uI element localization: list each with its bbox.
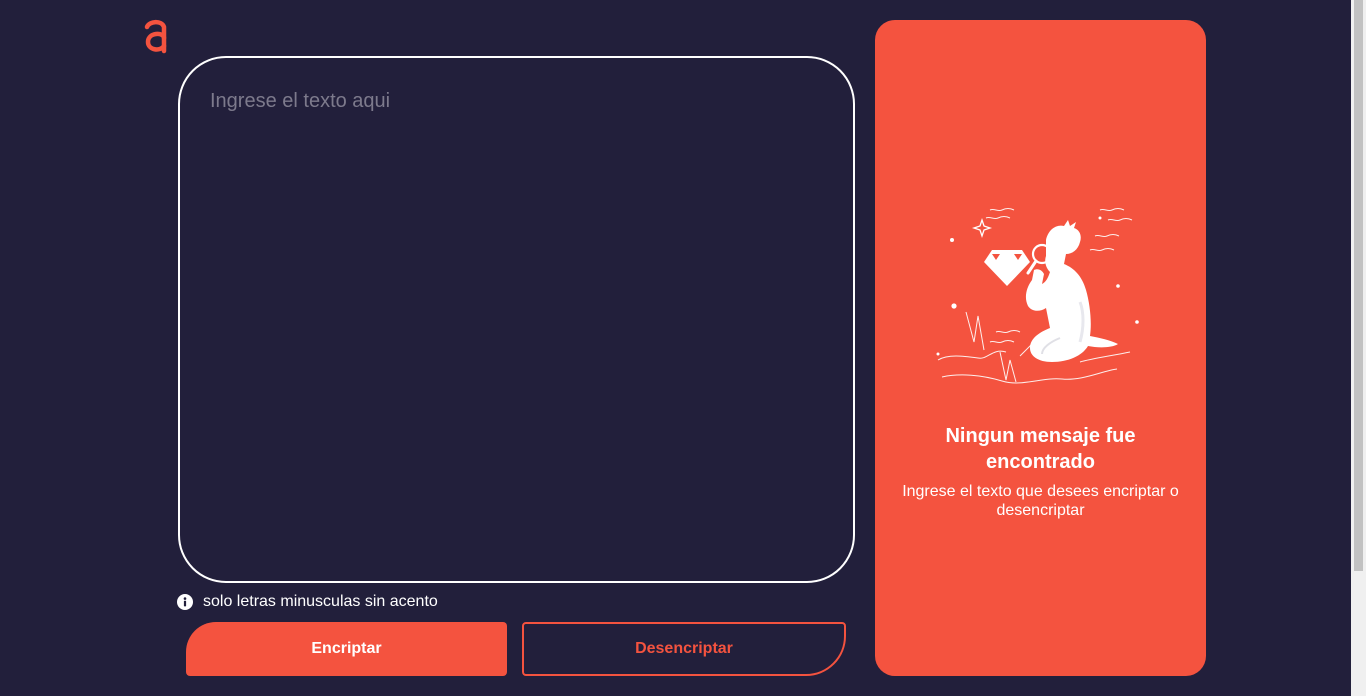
person-inspecting-diamond-illustration xyxy=(936,208,1139,384)
decrypt-button[interactable]: Desencriptar xyxy=(522,622,846,676)
text-input-container xyxy=(178,56,855,583)
input-hint-text: solo letras minusculas sin acento xyxy=(203,593,438,610)
output-panel: Ningun mensaje fue encontrado Ingrese el… xyxy=(875,20,1206,676)
input-hint: solo letras minusculas sin acento xyxy=(177,593,438,611)
empty-state-subtitle: Ingrese el texto que desees encriptar o … xyxy=(902,483,1179,519)
scrollbar-thumb[interactable] xyxy=(1354,0,1363,571)
app-page: solo letras minusculas sin acento Encrip… xyxy=(0,0,1366,696)
page-scrollbar[interactable] xyxy=(1351,0,1366,696)
encrypt-button[interactable]: Encriptar xyxy=(186,622,507,676)
message-input[interactable] xyxy=(180,58,853,581)
info-icon xyxy=(177,594,193,610)
alura-logo-icon xyxy=(144,19,167,54)
empty-state-title: Ningun mensaje fue encontrado xyxy=(945,425,1136,473)
